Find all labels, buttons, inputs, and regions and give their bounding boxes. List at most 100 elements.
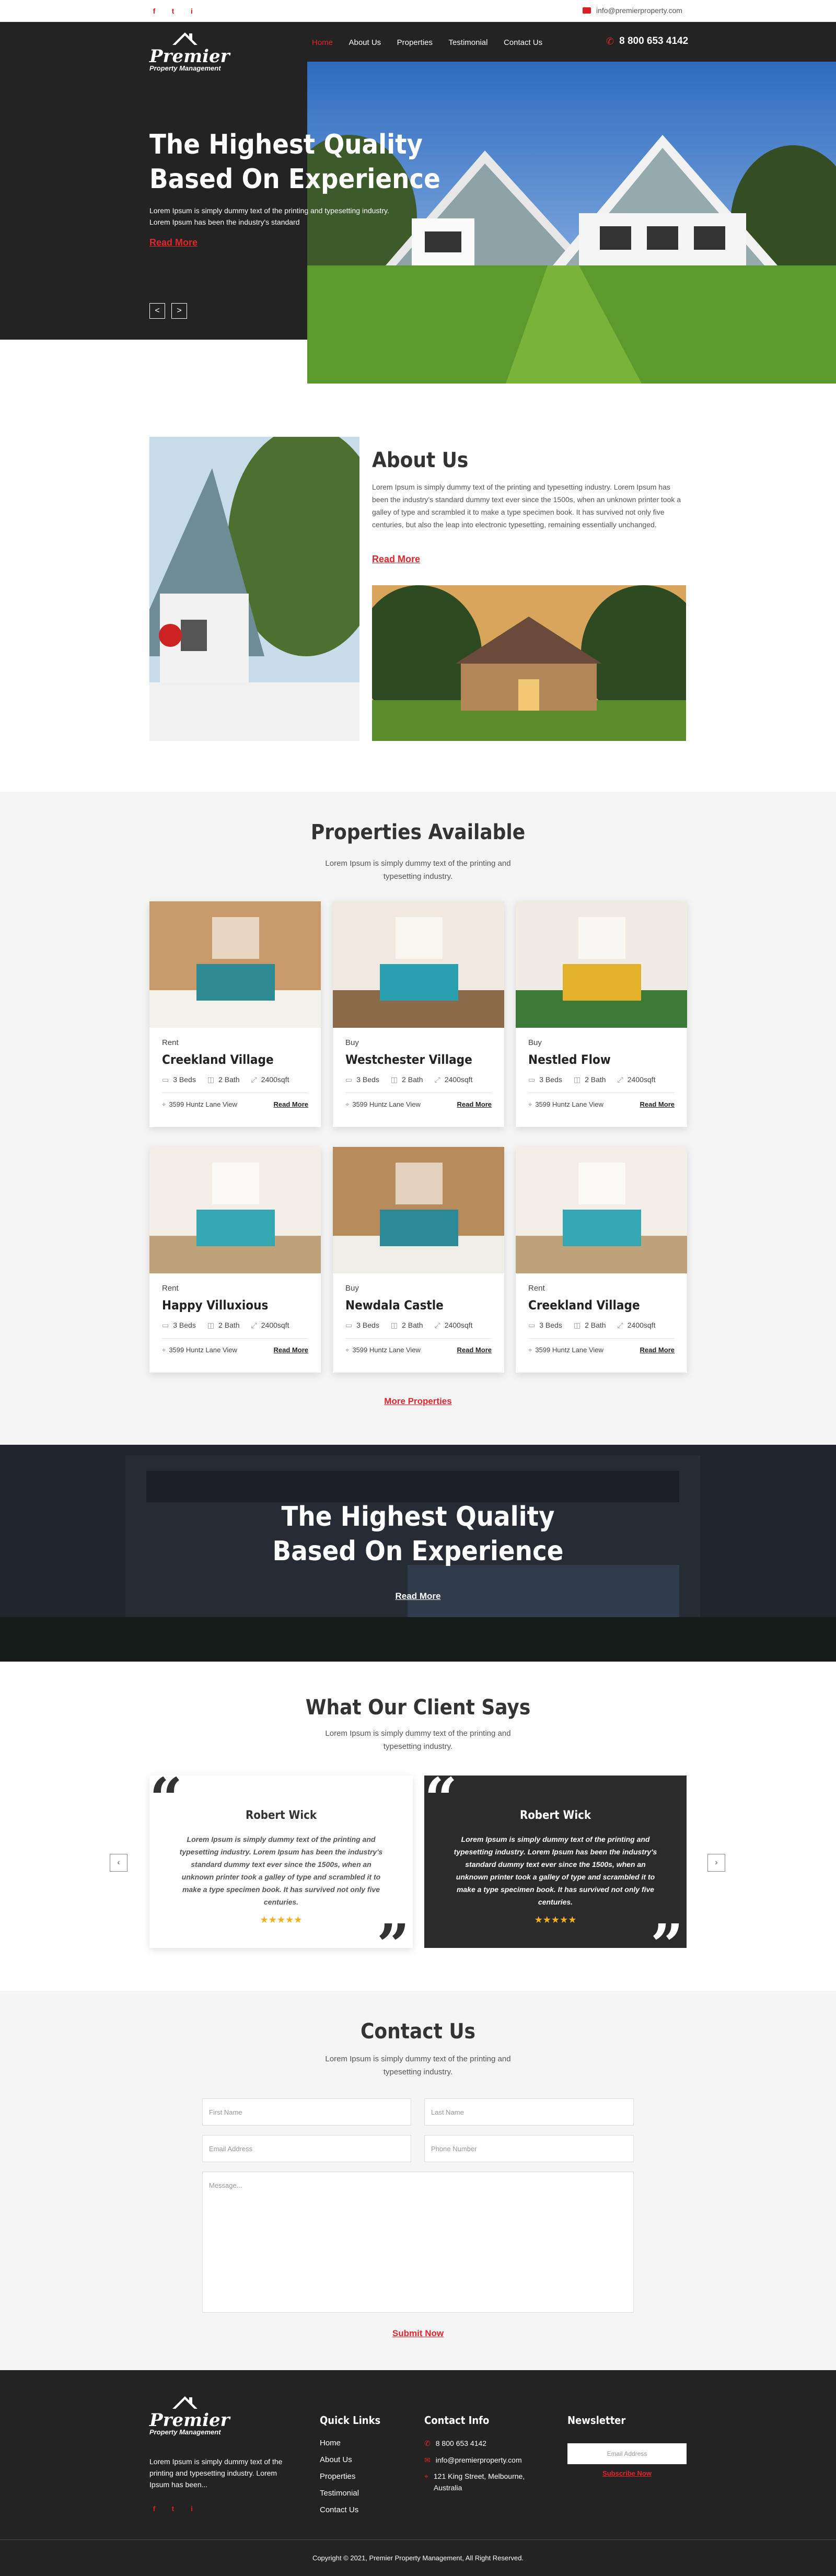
instagram-icon[interactable]: i bbox=[187, 2504, 196, 2513]
properties-title: Properties Available bbox=[310, 820, 526, 844]
property-read-more[interactable]: Read More bbox=[640, 1100, 675, 1109]
footer-logo[interactable]: Premier Property Management bbox=[149, 2394, 230, 2436]
newsletter-title: Newsletter bbox=[567, 2414, 626, 2427]
property-address: 3599 Huntz Lane View bbox=[169, 1100, 237, 1108]
area-icon: ⤢ bbox=[617, 1321, 623, 1329]
hero-text: Lorem Ipsum is simply dummy text of the … bbox=[149, 206, 389, 226]
roof-logo-icon bbox=[172, 2396, 198, 2409]
footer-divider bbox=[0, 2539, 836, 2540]
footer-logo-name: Premier bbox=[149, 2410, 230, 2431]
phone-icon: ✆ bbox=[606, 36, 614, 47]
banner-title-line2: Based On Experience bbox=[272, 1536, 564, 1567]
twitter-icon[interactable]: t bbox=[168, 2504, 178, 2513]
property-card[interactable]: Rent Creekland Village ▭ 3 Beds ◫ 2 Bath ⤢ 2400… bbox=[149, 901, 321, 1127]
property-baths: 2 Bath bbox=[585, 1075, 606, 1084]
header-phone-number: 8 800 653 4142 bbox=[619, 36, 689, 47]
property-card[interactable]: Buy Nestled Flow ▭ 3 Beds ◫ 2 Bath ⤢ 2400sqft ⌖ 3… bbox=[516, 901, 687, 1127]
testimonial-card-active: “ ” Robert Wick Lorem Ipsum is simply du… bbox=[424, 1770, 687, 1974]
facebook-icon[interactable]: f bbox=[149, 2504, 159, 2513]
hero-prev-button[interactable]: < bbox=[149, 303, 165, 319]
main-nav: Home About Us Properties Testimonial Con… bbox=[312, 38, 556, 48]
footer-link-properties[interactable]: Properties bbox=[320, 2468, 359, 2485]
property-baths: 2 Bath bbox=[402, 1321, 423, 1329]
instagram-icon[interactable]: i bbox=[187, 6, 196, 16]
testimonial-next-button[interactable]: › bbox=[707, 1854, 725, 1872]
footer-phone[interactable]: 8 800 653 4142 bbox=[436, 2435, 486, 2452]
location-icon: ⌖ bbox=[424, 2472, 428, 2480]
about-read-more[interactable]: Read More bbox=[372, 554, 420, 565]
property-read-more[interactable]: Read More bbox=[457, 1100, 492, 1109]
testimonial-card: “ ” Robert Wick Lorem Ipsum is simply du… bbox=[149, 1770, 413, 1974]
roof-logo-icon bbox=[172, 32, 198, 45]
property-type: Rent bbox=[162, 1038, 179, 1047]
property-address: 3599 Huntz Lane View bbox=[352, 1100, 421, 1108]
footer-email[interactable]: info@premierproperty.com bbox=[436, 2452, 522, 2468]
nav-about[interactable]: About Us bbox=[349, 38, 381, 47]
property-read-more[interactable]: Read More bbox=[640, 1346, 675, 1354]
property-name[interactable]: Creekland Village bbox=[162, 1052, 321, 1067]
nav-testimonial[interactable]: Testimonial bbox=[448, 38, 487, 47]
property-card[interactable]: Buy Newdala Castle ▭ 3 Beds ◫ 2 Bath ⤢ 2400sqft… bbox=[333, 1147, 504, 1373]
bath-icon: ◫ bbox=[573, 1075, 581, 1084]
logo-name: Premier bbox=[149, 46, 230, 67]
message-textarea[interactable]: Message... bbox=[202, 2172, 634, 2313]
property-name[interactable]: Nestled Flow bbox=[528, 1052, 687, 1067]
subscribe-button[interactable]: Subscribe Now bbox=[567, 2469, 687, 2477]
testimonial-prev-button[interactable]: ‹ bbox=[110, 1854, 127, 1872]
phone-input[interactable]: Phone Number bbox=[424, 2135, 634, 2162]
card-divider bbox=[345, 1338, 492, 1339]
property-features: ▭ 3 Beds ◫ 2 Bath ⤢ 2400sqft bbox=[345, 1075, 504, 1084]
twitter-icon[interactable]: t bbox=[168, 6, 178, 16]
submit-button[interactable]: Submit Now bbox=[0, 2328, 836, 2339]
property-card[interactable]: Rent Creekland Village ▭ 3 Beds ◫ 2 Bath ⤢ 2400… bbox=[516, 1147, 687, 1373]
footer-link-about[interactable]: About Us bbox=[320, 2452, 359, 2468]
property-address: 3599 Huntz Lane View bbox=[352, 1346, 421, 1354]
property-card[interactable]: Rent Happy Villuxious ▭ 3 Beds ◫ 2 Bath ⤢ 2400s… bbox=[149, 1147, 321, 1373]
footer bbox=[0, 2370, 836, 2576]
card-divider bbox=[528, 1338, 675, 1339]
top-email[interactable]: info@premierproperty.com bbox=[583, 6, 682, 15]
hero-next-button[interactable]: > bbox=[171, 303, 187, 319]
header-phone[interactable]: ✆ 8 800 653 4142 bbox=[606, 36, 688, 47]
property-read-more[interactable]: Read More bbox=[457, 1346, 492, 1354]
logo[interactable]: Premier Property Management bbox=[149, 30, 230, 72]
footer-link-home[interactable]: Home bbox=[320, 2435, 359, 2452]
hero-read-more[interactable]: Read More bbox=[149, 237, 198, 248]
area-icon: ⤢ bbox=[251, 1321, 257, 1329]
newsletter-email-input[interactable]: Email Address bbox=[567, 2443, 687, 2464]
about-text: Lorem Ipsum is simply dummy text of the … bbox=[372, 483, 681, 529]
first-name-input[interactable]: First Name bbox=[202, 2098, 411, 2126]
area-icon: ⤢ bbox=[251, 1075, 257, 1084]
area-icon: ⤢ bbox=[617, 1075, 623, 1084]
bath-icon: ◫ bbox=[207, 1321, 215, 1329]
nav-properties[interactable]: Properties bbox=[397, 38, 433, 47]
footer-link-testimonial[interactable]: Testimonial bbox=[320, 2485, 359, 2502]
facebook-icon[interactable]: f bbox=[149, 6, 159, 16]
property-name[interactable]: Happy Villuxious bbox=[162, 1298, 321, 1313]
nav-contact[interactable]: Contact Us bbox=[504, 38, 542, 47]
property-card[interactable]: Buy Westchester Village ▭ 3 Beds ◫ 2 Bath ⤢ 240… bbox=[333, 901, 504, 1127]
property-read-more[interactable]: Read More bbox=[274, 1346, 308, 1354]
about-image-main bbox=[149, 437, 359, 741]
mail-icon: ✉ bbox=[424, 2456, 431, 2464]
banner-title-line1: The Highest Quality bbox=[281, 1501, 555, 1533]
more-properties-link[interactable]: More Properties bbox=[0, 1396, 836, 1407]
footer-link-contact[interactable]: Contact Us bbox=[320, 2502, 359, 2519]
email-input[interactable]: Email Address bbox=[202, 2135, 411, 2162]
banner-read-more[interactable]: Read More bbox=[0, 1591, 836, 1602]
location-icon: ⌖ bbox=[345, 1100, 350, 1108]
testimonial-text: Lorem Ipsum is simply dummy text of the … bbox=[179, 1835, 383, 1906]
last-name-input[interactable]: Last Name bbox=[424, 2098, 634, 2126]
property-address: 3599 Huntz Lane View bbox=[535, 1100, 603, 1108]
property-name[interactable]: Creekland Village bbox=[528, 1298, 687, 1313]
property-name[interactable]: Newdala Castle bbox=[345, 1298, 504, 1313]
property-read-more[interactable]: Read More bbox=[274, 1100, 308, 1109]
property-baths: 2 Bath bbox=[402, 1075, 423, 1084]
quick-links: Home About Us Properties Testimonial Con… bbox=[320, 2435, 359, 2519]
property-name[interactable]: Westchester Village bbox=[345, 1052, 504, 1067]
contact-info-title: Contact Info bbox=[424, 2414, 490, 2427]
nav-home[interactable]: Home bbox=[312, 38, 333, 47]
property-beds: 3 Beds bbox=[539, 1075, 562, 1084]
property-beds: 3 Beds bbox=[539, 1321, 562, 1329]
bath-icon: ◫ bbox=[390, 1321, 398, 1329]
